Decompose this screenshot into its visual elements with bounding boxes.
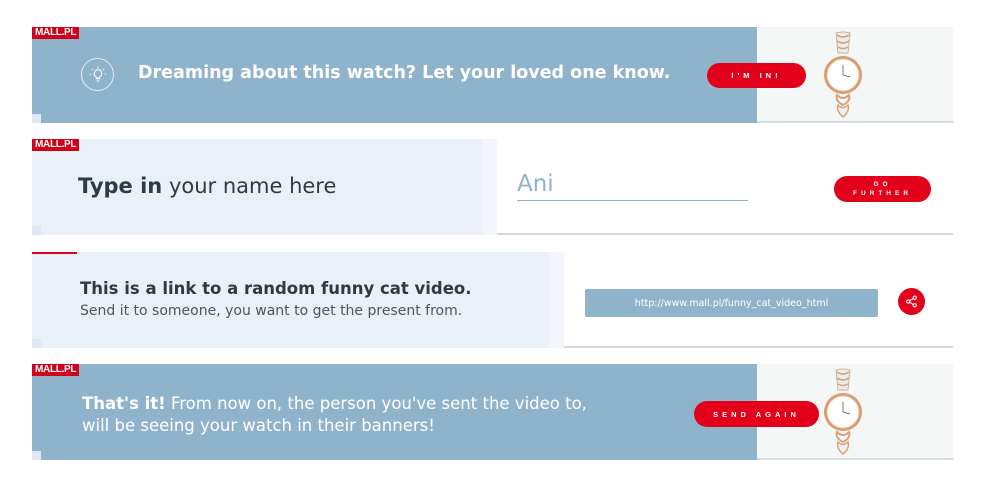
corner-marker [32, 114, 41, 123]
accent-line [32, 252, 77, 254]
lightbulb-icon [81, 58, 114, 91]
banner-type-name: MALL.PL Type in your name here GO FURTHER [32, 139, 953, 235]
go-further-button[interactable]: GO FURTHER [834, 176, 931, 202]
share-button[interactable] [898, 288, 925, 315]
name-prompt-rest: your name here [162, 174, 337, 198]
go-further-line1: GO [873, 181, 892, 188]
banner-thats-it: MALL.PL That's it! From now on, the pers… [32, 364, 953, 460]
final-message: That's it! From now on, the person you'v… [82, 393, 587, 437]
panel-divider [482, 139, 497, 235]
panel-divider [550, 252, 564, 348]
name-prompt-bold: Type in [78, 174, 163, 198]
final-message-bold: That's it! [82, 394, 166, 413]
send-again-button[interactable]: SEND AGAIN [694, 401, 819, 427]
final-message-line2: will be seeing your watch in their banne… [82, 416, 435, 435]
corner-marker [32, 339, 41, 348]
mall-logo: MALL.PL [32, 364, 80, 376]
name-prompt: Type in your name here [78, 174, 336, 198]
banner-cat-link: This is a link to a random funny cat vid… [32, 252, 953, 348]
mall-logo: MALL.PL [32, 139, 80, 151]
video-url-field[interactable]: http://www.mall.pl/funny_cat_video_html [585, 289, 878, 317]
corner-marker [32, 226, 41, 235]
link-subtitle: Send it to someone, you want to get the … [80, 303, 463, 319]
banner-light-panel [32, 252, 550, 348]
go-further-line2: FURTHER [852, 190, 913, 197]
corner-marker [32, 451, 41, 460]
final-message-rest: From now on, the person you've sent the … [165, 394, 587, 413]
name-input[interactable] [517, 167, 748, 201]
watch-image [824, 31, 862, 118]
im-in-button[interactable]: I'M IN! [707, 63, 806, 88]
share-icon [906, 295, 917, 308]
banner-message: Dreaming about this watch? Let your love… [138, 63, 671, 83]
mall-logo: MALL.PL [32, 27, 80, 39]
watch-image [824, 368, 862, 455]
banner-dreaming: MALL.PL Dreaming about this watch? Let y… [32, 27, 953, 123]
link-title: This is a link to a random funny cat vid… [80, 279, 472, 298]
